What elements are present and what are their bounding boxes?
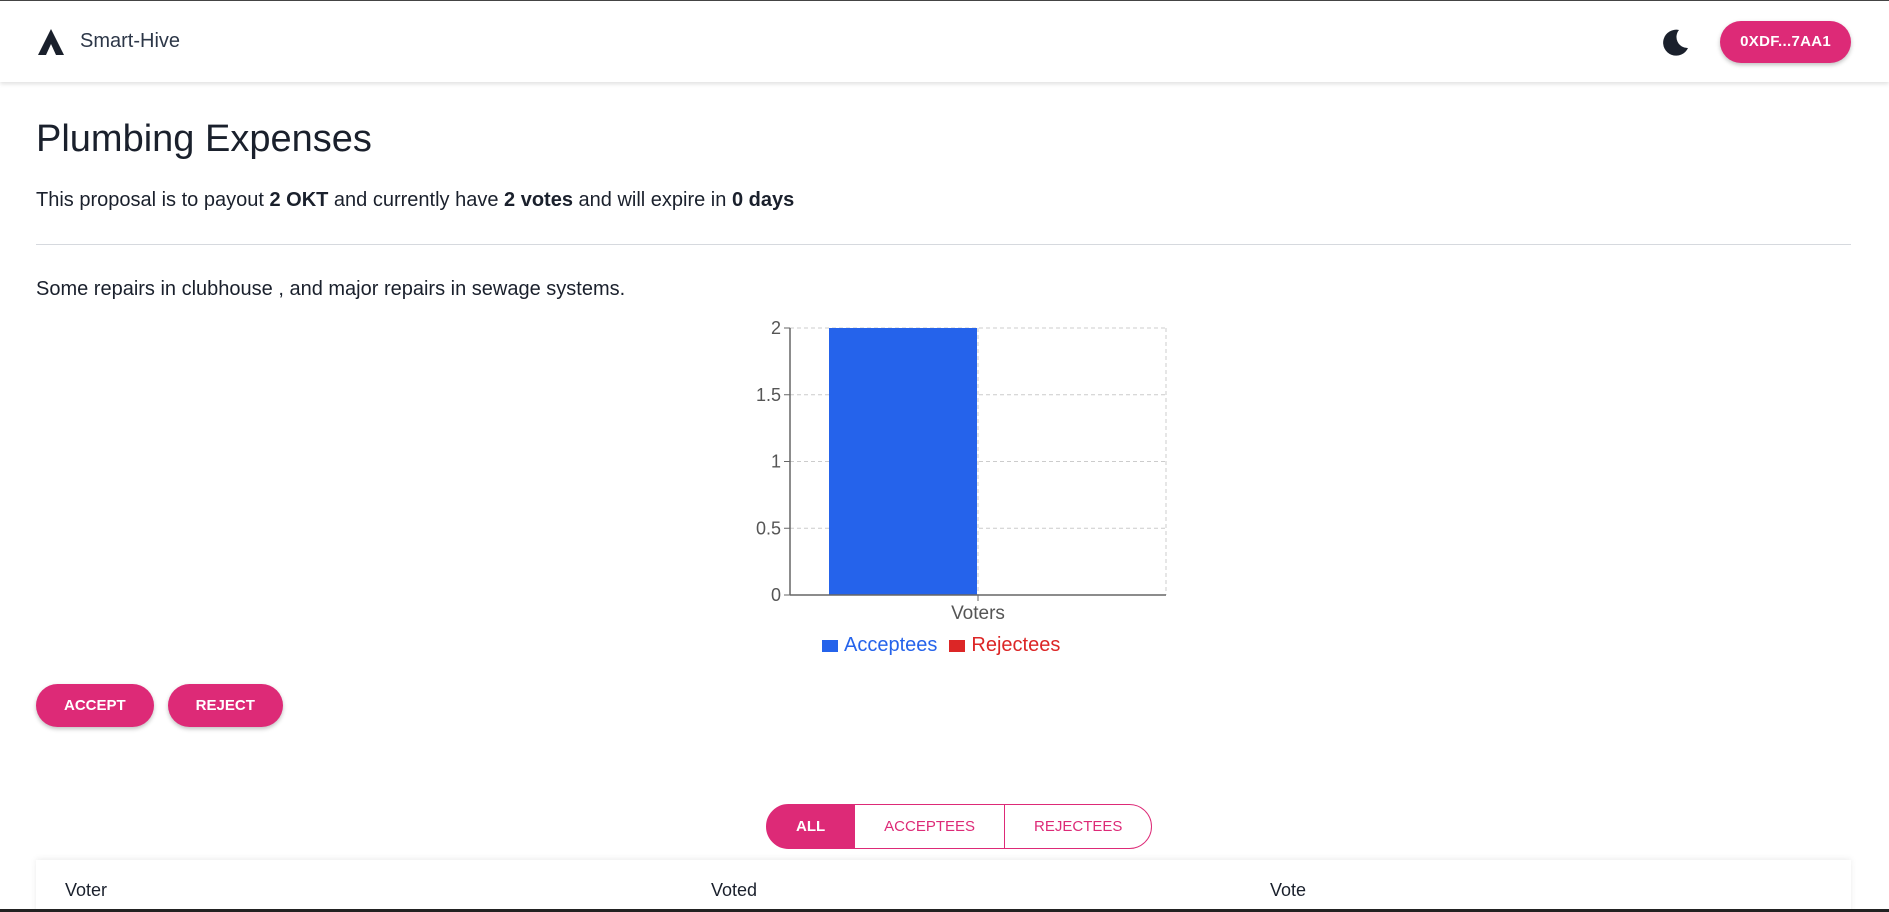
top-app-bar: Smart-Hive 0XDF...7AA1 xyxy=(0,0,1889,82)
summary-prefix: This proposal is to payout xyxy=(36,189,270,211)
filter-acceptees-button[interactable]: ACCEPTEES xyxy=(854,804,1006,849)
legend-acceptees[interactable]: Acceptees xyxy=(822,634,937,657)
accept-button[interactable]: ACCEPT xyxy=(36,684,154,727)
vote-count: 2 votes xyxy=(504,189,573,211)
y-tick-label: 1.5 xyxy=(756,385,781,405)
column-header-voted[interactable]: Voted xyxy=(711,880,757,901)
vote-actions: ACCEPT REJECT xyxy=(36,684,283,727)
y-tick-label: 0.5 xyxy=(756,518,781,538)
summary-mid1: and currently have xyxy=(328,189,505,211)
legend-acceptees-label: Acceptees xyxy=(844,634,938,656)
voters-table: Voter Voted Vote xyxy=(36,860,1851,912)
column-header-vote[interactable]: Vote xyxy=(1270,880,1306,901)
divider xyxy=(36,244,1851,245)
summary-mid2: and will expire in xyxy=(572,189,732,211)
brand-name: Smart-Hive xyxy=(80,30,181,52)
y-tick-label: 0 xyxy=(771,585,781,605)
y-tick-label: 1 xyxy=(771,452,781,472)
votes-chart: 0 0.5 1 1.5 2 Voters xyxy=(740,318,1180,668)
proposal-summary: This proposal is to payout 2 OKT and cur… xyxy=(36,189,794,212)
reject-button[interactable]: REJECT xyxy=(167,684,283,727)
rejectees-swatch xyxy=(949,639,966,652)
x-tick-label: Voters xyxy=(951,603,1005,624)
payout-amount: 2 OKT xyxy=(269,189,329,211)
acceptees-swatch xyxy=(822,639,838,652)
legend-rejectees[interactable]: Rejectees xyxy=(949,634,1060,657)
bar-acceptees xyxy=(829,328,977,595)
wallet-address-button[interactable]: 0XDF...7AA1 xyxy=(1720,20,1851,63)
brand[interactable]: Smart-Hive xyxy=(36,27,180,57)
legend-rejectees-label: Rejectees xyxy=(971,634,1061,656)
vote-filter-group: ALL ACCEPTEES REJECTEES xyxy=(766,804,1153,849)
filter-rejectees-button[interactable]: REJECTEES xyxy=(1004,804,1153,849)
moon-icon[interactable] xyxy=(1660,27,1690,57)
y-tick-label: 2 xyxy=(771,318,781,338)
expiry-days: 0 days xyxy=(731,189,795,211)
triangle-logo-icon xyxy=(38,28,64,55)
page-title: Plumbing Expenses xyxy=(36,118,372,160)
chart-legend: Acceptees Rejectees xyxy=(822,634,1060,657)
filter-all-button[interactable]: ALL xyxy=(766,804,856,849)
votes-bar-chart: 0 0.5 1 1.5 2 Voters xyxy=(756,318,1167,624)
column-header-voter[interactable]: Voter xyxy=(65,880,107,901)
proposal-description: Some repairs in clubhouse , and major re… xyxy=(36,278,626,300)
